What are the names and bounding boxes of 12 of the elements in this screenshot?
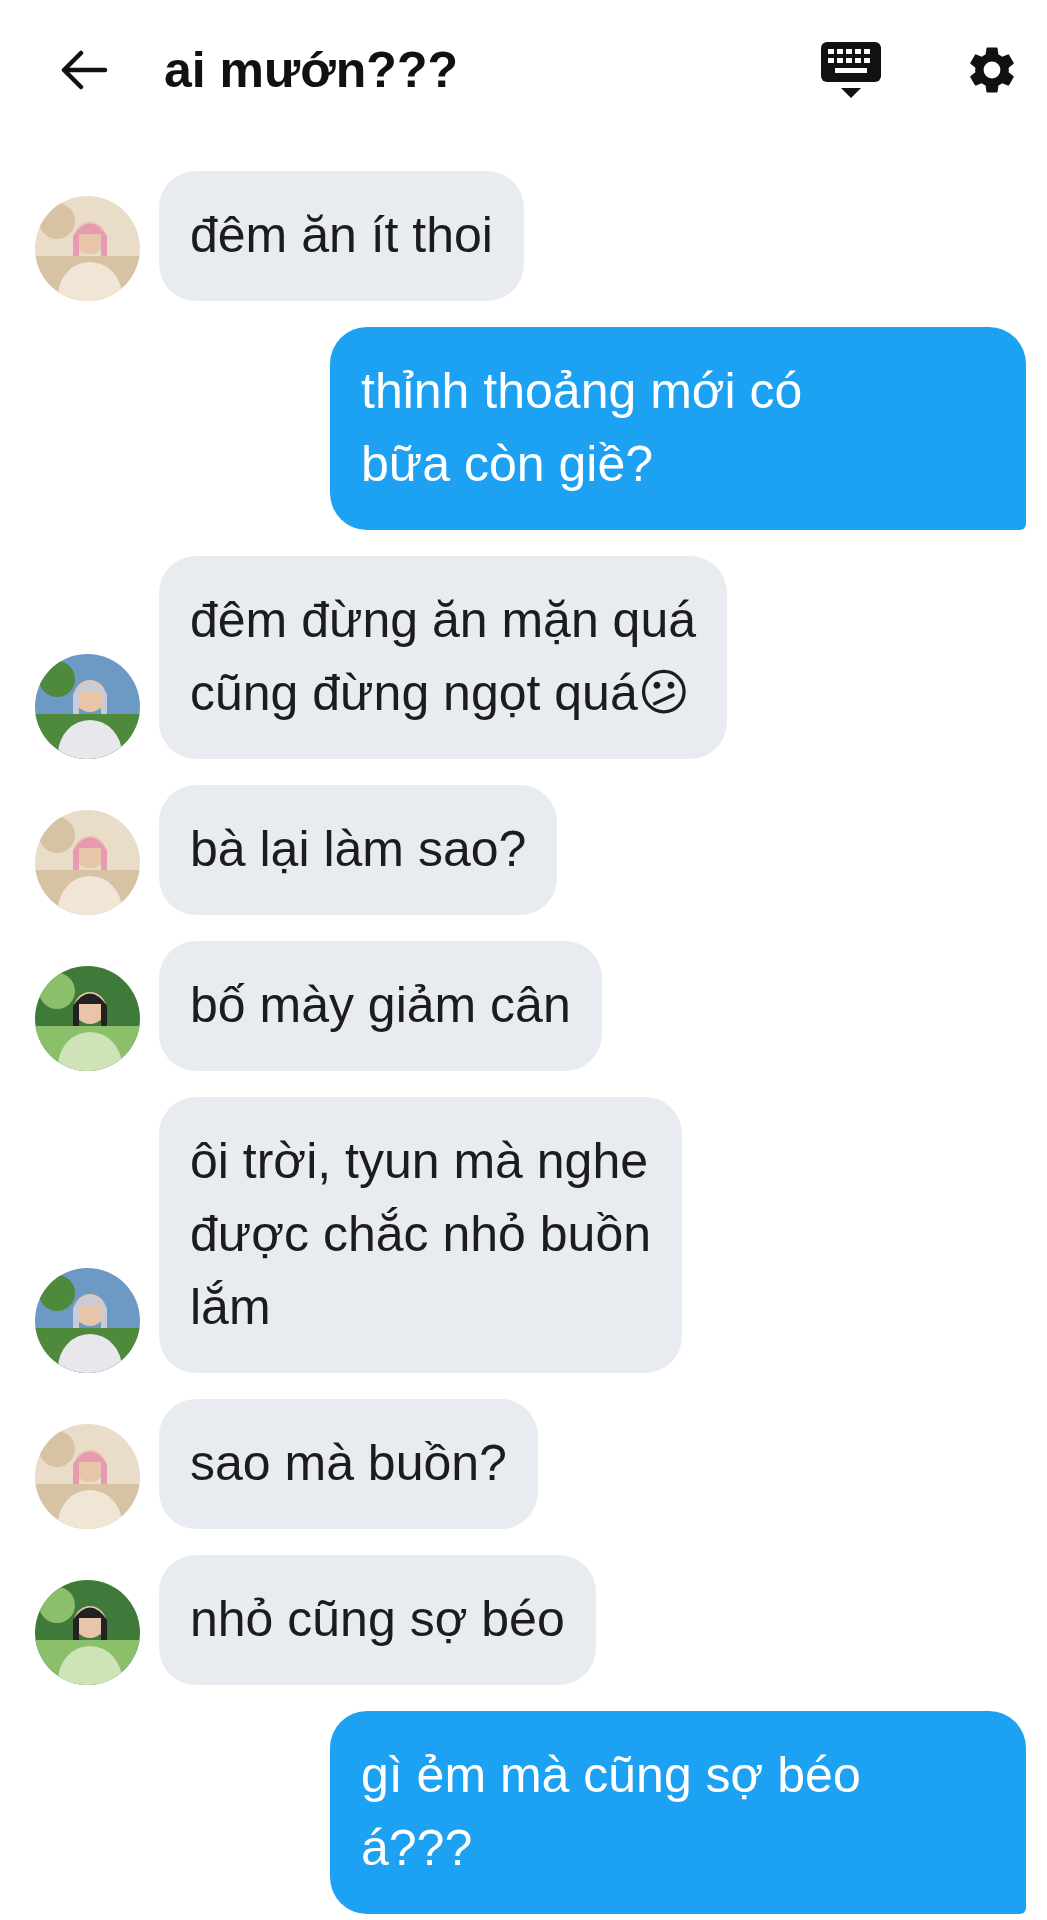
message-bubble: đêm đừng ăn mặn quá cũng đừng ngọt quá😕 <box>159 556 728 759</box>
message-bubble: ôi trời, tyun mà nghe được chắc nhỏ buồn lắm <box>159 1097 682 1373</box>
message-bubble: bố mày giảm cân <box>159 941 602 1071</box>
message-bubble: nhỏ cũng sợ béo <box>159 1555 596 1685</box>
message-bubble: thỉnh thoảng mới có bữa còn giề? <box>330 327 1026 530</box>
message-bubble: đêm ăn ít thoi <box>159 171 524 301</box>
back-icon[interactable] <box>59 50 108 90</box>
message-bubble: bà lại làm sao? <box>159 785 558 915</box>
message-bubble: gì ẻm mà cũng sợ béo á??? <box>330 1711 1026 1914</box>
keyboard-icon[interactable] <box>820 40 882 100</box>
chat-title: ai mướn??? <box>164 40 458 100</box>
message-bubble: sao mà buồn? <box>159 1399 538 1529</box>
